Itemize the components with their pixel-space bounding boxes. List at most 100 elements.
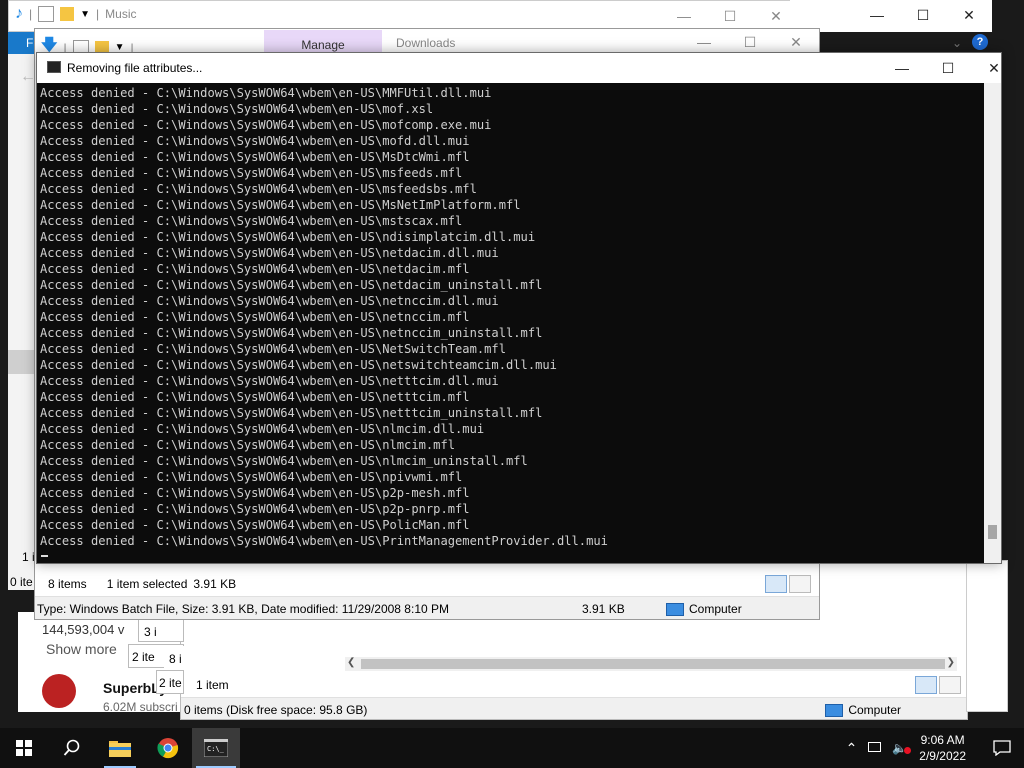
- large-icons-view-button[interactable]: [789, 575, 811, 593]
- close-button[interactable]: ✕: [971, 53, 1017, 83]
- maximize-button[interactable]: ☐: [900, 0, 946, 30]
- date: 2/9/2022: [919, 749, 966, 763]
- details-size: 3.91 KB: [582, 602, 625, 616]
- folder-icon[interactable]: [60, 7, 75, 21]
- console-line: Access denied - C:\Windows\SysWOW64\wbem…: [40, 502, 470, 516]
- taskbar: C:\_ ⌃ 🔈 9:06 AM 2/9/2022: [0, 728, 1024, 768]
- show-more-link[interactable]: Show more: [46, 641, 117, 657]
- subscriber-count: 6.02M subscri: [103, 700, 178, 714]
- console-line: Access denied - C:\Windows\SysWOW64\wbem…: [40, 166, 463, 180]
- scroll-thumb[interactable]: [988, 525, 997, 539]
- console-line: Access denied - C:\Windows\SysWOW64\wbem…: [40, 278, 543, 292]
- main-window-caption: — ☐ ✕ ⌄ ?: [790, 0, 992, 50]
- details-text: Type: Windows Batch File, Size: 3.91 KB,…: [37, 602, 449, 616]
- computer-icon: [666, 602, 684, 616]
- console-line: Access denied - C:\Windows\SysWOW64\wbem…: [40, 486, 470, 500]
- clock[interactable]: 9:06 AM 2/9/2022: [919, 732, 966, 764]
- details-text: 0 items (Disk free space: 95.8 GB): [184, 703, 368, 717]
- item-count: 3 i: [144, 625, 157, 639]
- customize-qat-icon[interactable]: ▼: [80, 9, 90, 20]
- chrome-icon: [157, 738, 179, 759]
- console-line: Access denied - C:\Windows\SysWOW64\wbem…: [40, 422, 485, 436]
- console-line: Access denied - C:\Windows\SysWOW64\wbem…: [40, 86, 492, 100]
- maximize-button[interactable]: ☐: [925, 53, 971, 83]
- console-line: Access denied - C:\Windows\SysWOW64\wbem…: [40, 374, 499, 388]
- console-line: Access denied - C:\Windows\SysWOW64\wbem…: [40, 470, 463, 484]
- nav-highlight: [8, 350, 34, 374]
- console-line: Access denied - C:\Windows\SysWOW64\wbem…: [40, 310, 470, 324]
- details-bar: Type: Windows Batch File, Size: 3.91 KB,…: [35, 596, 819, 619]
- separator: |: [29, 7, 33, 21]
- music-note-icon: ♪: [15, 5, 23, 22]
- time: 9:06 AM: [920, 733, 965, 747]
- console-line: Access denied - C:\Windows\SysWOW64\wbem…: [40, 358, 557, 372]
- details-bar: 0 items (Disk free space: 95.8 GB) Compu…: [181, 697, 967, 719]
- cmd-icon: [47, 61, 61, 73]
- console-output[interactable]: Access denied - C:\Windows\SysWOW64\wbem…: [37, 83, 1001, 563]
- folder-icon: [109, 741, 131, 757]
- console-line: Access denied - C:\Windows\SysWOW64\wbem…: [40, 246, 499, 260]
- status-bar: 8 items 1 item selected 3.91 KB: [35, 572, 819, 596]
- console-titlebar[interactable]: Removing file attributes... — ☐ ✕: [37, 53, 1001, 83]
- notifications-icon[interactable]: [980, 740, 1024, 756]
- details-view-button[interactable]: [915, 676, 937, 694]
- console-line: Access denied - C:\Windows\SysWOW64\wbem…: [40, 342, 506, 356]
- console-line: Access denied - C:\Windows\SysWOW64\wbem…: [40, 518, 470, 532]
- scroll-thumb[interactable]: [361, 659, 945, 669]
- console-line: Access denied - C:\Windows\SysWOW64\wbem…: [40, 438, 456, 452]
- details-location: Computer: [689, 602, 742, 616]
- stacked-window-3: 8 i: [164, 646, 184, 670]
- status-bar: 1 item: [181, 673, 967, 697]
- properties-icon[interactable]: [38, 6, 55, 22]
- chevron-up-icon[interactable]: ⌃: [840, 740, 864, 757]
- item-count: 1 item: [196, 678, 229, 692]
- text-cursor: [41, 555, 48, 557]
- file-explorer-button[interactable]: [96, 728, 144, 768]
- windows-logo-icon: [16, 740, 32, 756]
- minimize-button[interactable]: —: [854, 0, 900, 30]
- ribbon-expand-icon[interactable]: ⌄: [952, 36, 962, 50]
- selected-size: 3.91 KB: [193, 577, 237, 591]
- close-button[interactable]: ✕: [946, 0, 992, 30]
- search-button[interactable]: [48, 728, 96, 768]
- status-count: 1 i: [22, 550, 35, 564]
- help-icon[interactable]: ?: [972, 34, 988, 50]
- console-line: Access denied - C:\Windows\SysWOW64\wbem…: [40, 326, 543, 340]
- view-count: 144,593,004 v: [42, 622, 125, 637]
- channel-avatar[interactable]: [42, 674, 76, 708]
- network-icon[interactable]: [863, 741, 886, 755]
- separator: |: [96, 7, 100, 21]
- console-line: Access denied - C:\Windows\SysWOW64\wbem…: [40, 150, 470, 164]
- minimize-button[interactable]: —: [661, 1, 707, 31]
- selected-count: 1 item selected: [106, 577, 188, 591]
- large-icons-view-button[interactable]: [939, 676, 961, 694]
- chrome-button[interactable]: [144, 728, 192, 768]
- details-view-button[interactable]: [765, 575, 787, 593]
- maximize-button[interactable]: ☐: [707, 1, 753, 31]
- console-line: Access denied - C:\Windows\SysWOW64\wbem…: [40, 406, 543, 420]
- console-line: Access denied - C:\Windows\SysWOW64\wbem…: [40, 198, 521, 212]
- start-button[interactable]: [0, 728, 48, 768]
- console-line: Access denied - C:\Windows\SysWOW64\wbem…: [40, 214, 463, 228]
- scroll-left-icon[interactable]: ❮: [347, 657, 355, 668]
- item-count: 8 i: [169, 652, 182, 666]
- console-line: Access denied - C:\Windows\SysWOW64\wbem…: [40, 134, 470, 148]
- window-title: Downloads: [396, 36, 456, 50]
- console-line: Access denied - C:\Windows\SysWOW64\wbem…: [40, 118, 492, 132]
- console-line: Access denied - C:\Windows\SysWOW64\wbem…: [40, 534, 608, 548]
- scroll-right-icon[interactable]: ❯: [947, 657, 955, 668]
- minimize-button[interactable]: —: [879, 53, 925, 83]
- console-line: Access denied - C:\Windows\SysWOW64\wbem…: [40, 294, 499, 308]
- console-title: Removing file attributes...: [67, 61, 203, 75]
- console-scrollbar[interactable]: [984, 83, 1001, 563]
- item-count: 2 ite: [159, 676, 182, 690]
- console-line: Access denied - C:\Windows\SysWOW64\wbem…: [40, 454, 528, 468]
- system-tray: ⌃ 🔈 9:06 AM 2/9/2022: [840, 728, 1024, 768]
- horizontal-scrollbar[interactable]: ❮ ❯: [345, 657, 957, 671]
- computer-icon: [825, 703, 844, 717]
- cmd-taskbar-button[interactable]: C:\_: [192, 728, 240, 768]
- volume-muted-icon[interactable]: 🔈: [886, 741, 913, 755]
- console-text: Access denied - C:\Windows\SysWOW64\wbem…: [40, 85, 981, 549]
- svg-text:C:\_: C:\_: [207, 745, 225, 753]
- right-window-edge: [966, 560, 1008, 712]
